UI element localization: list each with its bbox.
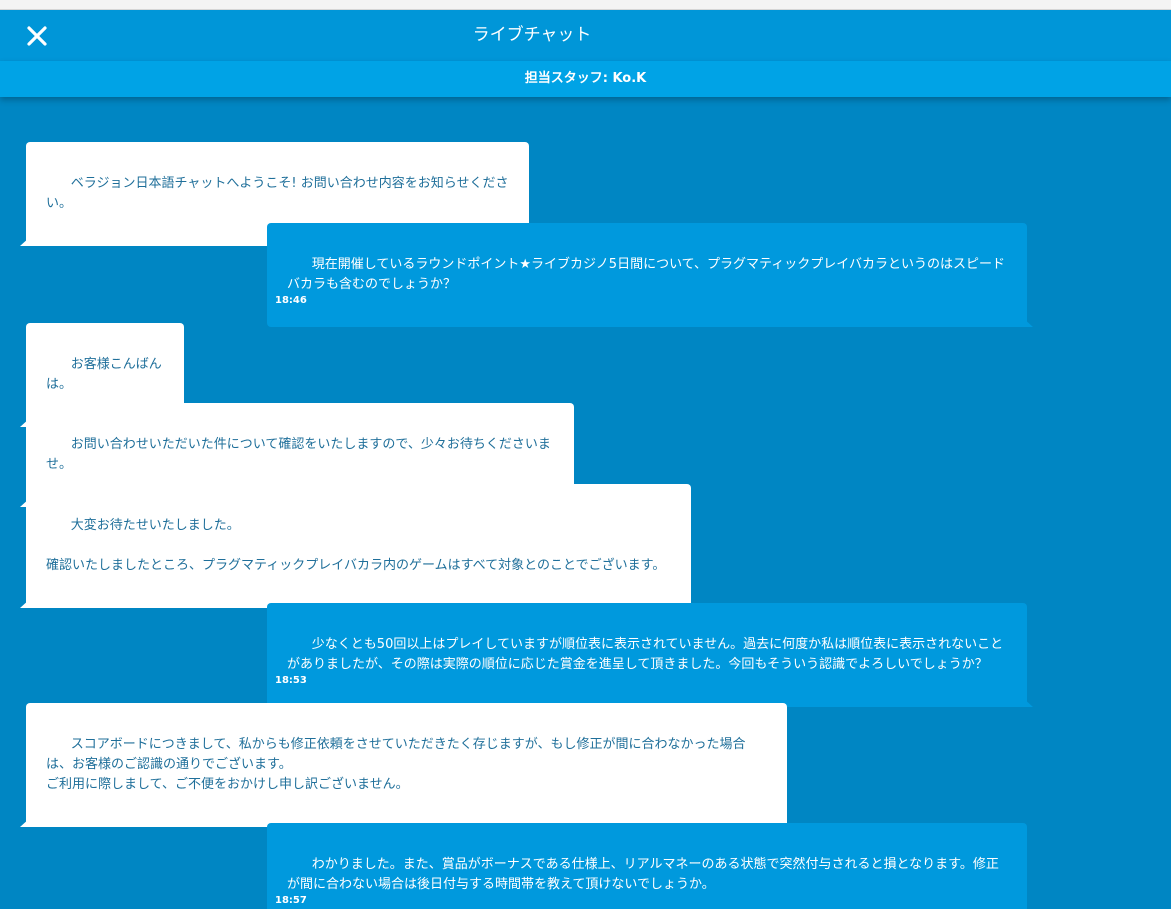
message-time: 18:46: [534, 456, 566, 467]
message-text: 現在開催しているラウンドポイント★ライブカジノ5日間について、プラグマティックプ…: [287, 257, 1005, 292]
message-bubble: 大変お待たせいたしました。 確認いたしましたところ、プラグマティックプレイバカラ…: [20, 484, 691, 608]
message-text: ベラジョン日本語チャットへようこそ! お問い合わせ内容をお知らせください。: [46, 176, 509, 211]
message-text: 大変お待たせいたしました。 確認いたしましたところ、プラグマティックプレイバカラ…: [46, 518, 666, 573]
chat-message-agent: 大変お待たせいたしました。 確認いたしましたところ、プラグマティックプレイバカラ…: [20, 484, 691, 608]
chat-message-user: 少なくとも50回以上はプレイしていますが順位表に表示されていません。過去に何度か…: [267, 603, 1033, 707]
message-time: 18:46: [144, 375, 176, 386]
staff-bar: 担当スタッフ: Ko.K: [0, 61, 1171, 97]
chat-message-user: わかりました。また、賞品がボーナスである仕様上、リアルマネーのある状態で突然付与…: [267, 823, 1027, 909]
message-bubble: スコアボードにつきまして、私からも修正依頼をさせていただきたく存じますが、もし修…: [20, 703, 787, 827]
message-text: スコアボードにつきまして、私からも修正依頼をさせていただきたく存じますが、もし修…: [46, 737, 746, 792]
message-time: 18:57: [275, 895, 307, 906]
message-text: お問い合わせいただいた件について確認をいたしますので、少々お待ちくださいませ。: [46, 437, 551, 472]
staff-label: 担当スタッフ: Ko.K: [524, 71, 647, 86]
message-time: 18:55: [747, 795, 779, 806]
chat-header: ライブチャット: [0, 10, 1171, 61]
message-text: わかりました。また、賞品がボーナスである仕様上、リアルマネーのある状態で突然付与…: [287, 857, 999, 892]
chat-message-agent: スコアボードにつきまして、私からも修正依頼をさせていただきたく存じますが、もし修…: [20, 703, 787, 827]
chat-message-user: 現在開催しているラウンドポイント★ライブカジノ5日間について、プラグマティックプ…: [267, 223, 1033, 327]
message-time: 18:45: [489, 195, 521, 206]
message-time: 18:46: [275, 295, 307, 306]
message-time: 18:53: [275, 675, 307, 686]
message-time: 18:52: [651, 576, 683, 587]
chat-messages[interactable]: ベラジョン日本語チャットへようこそ! お問い合わせ内容をお知らせください。 18…: [0, 97, 1171, 909]
chat-title: ライブチャット: [472, 25, 592, 45]
browser-top-strip: [0, 0, 1171, 10]
message-bubble: 少なくとも50回以上はプレイしていますが順位表に表示されていません。過去に何度か…: [267, 603, 1033, 707]
message-text: 少なくとも50回以上はプレイしていますが順位表に表示されていません。過去に何度か…: [287, 637, 1004, 672]
message-bubble: 現在開催しているラウンドポイント★ライブカジノ5日間について、プラグマティックプ…: [267, 223, 1033, 327]
message-bubble: わかりました。また、賞品がボーナスである仕様上、リアルマネーのある状態で突然付与…: [267, 823, 1027, 909]
